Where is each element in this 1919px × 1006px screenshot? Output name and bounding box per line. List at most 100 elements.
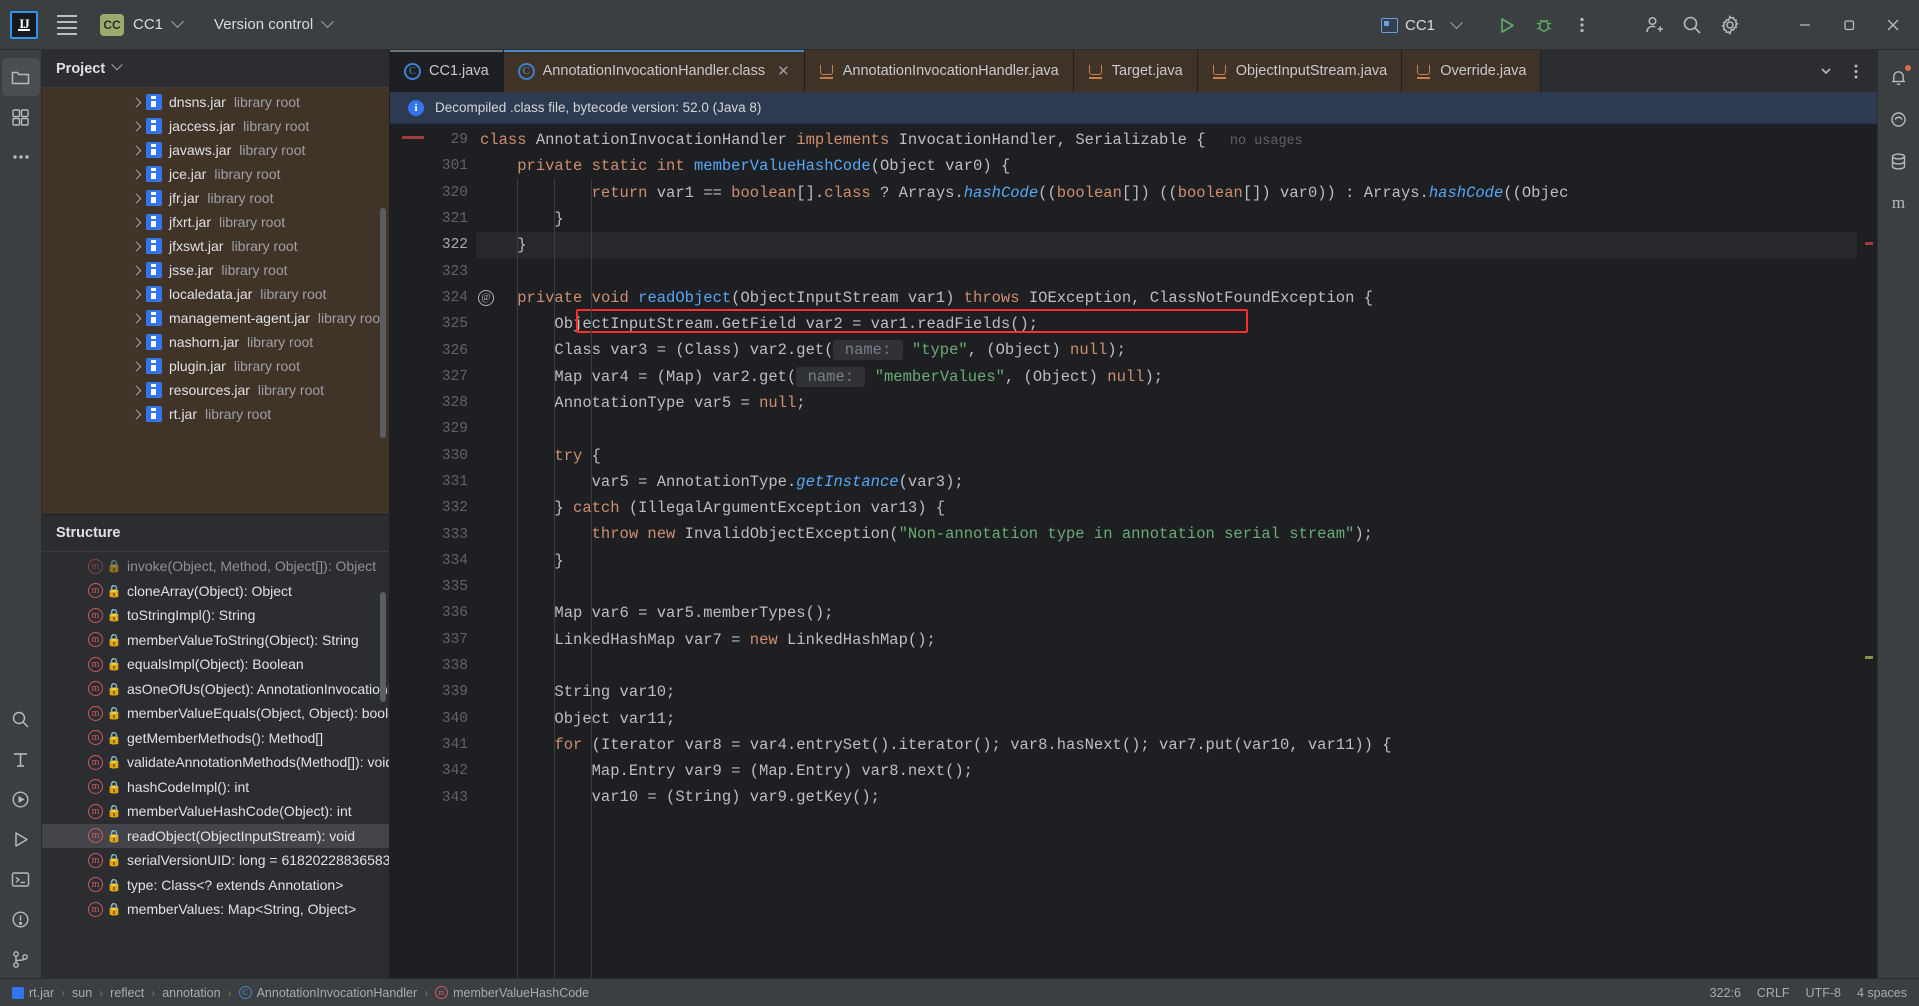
project-tree-item[interactable]: jfr.jar library root [42, 186, 389, 210]
chevron-down-icon[interactable] [321, 15, 335, 29]
error-stripe-gutter[interactable] [1857, 124, 1877, 978]
code-line[interactable]: throw new InvalidObjectException("Non-an… [476, 521, 1857, 547]
structure-tree-item[interactable]: m 🔒 memberValueHashCode(Object): int [42, 799, 389, 824]
expand-arrow-icon[interactable] [126, 337, 146, 347]
expand-arrow-icon[interactable] [126, 265, 146, 275]
code-line[interactable]: for (Iterator var8 = var4.entrySet().ite… [476, 732, 1857, 758]
breadcrumb-item[interactable]: rt.jar [12, 986, 54, 1000]
code-line[interactable] [476, 416, 1857, 442]
project-name-label[interactable]: CC1 [133, 16, 163, 33]
line-number[interactable]: 341 [390, 732, 476, 758]
expand-arrow-icon[interactable] [126, 193, 146, 203]
chevron-down-icon[interactable] [171, 15, 184, 29]
project-tree-item[interactable]: rt.jar library root [42, 402, 389, 426]
sidebar-item-problems[interactable] [2, 900, 40, 938]
line-number[interactable]: 337 [390, 627, 476, 653]
indent-setting[interactable]: 4 spaces [1857, 986, 1907, 1000]
project-tree-item[interactable]: jce.jar library root [42, 162, 389, 186]
line-number[interactable]: 322 [390, 232, 476, 258]
line-number[interactable]: 29 [390, 127, 476, 153]
gear-icon[interactable] [1711, 6, 1749, 44]
sidebar-item-find[interactable] [2, 700, 40, 738]
close-icon[interactable]: ✕ [777, 62, 790, 80]
expand-arrow-icon[interactable] [126, 145, 146, 155]
chevron-down-icon[interactable] [111, 58, 123, 70]
code-content[interactable]: class AnnotationInvocationHandler implem… [476, 124, 1857, 978]
sidebar-item-structure[interactable] [2, 98, 40, 136]
breadcrumb-item[interactable]: reflect [110, 986, 144, 1000]
run-configuration-selector[interactable]: CC1 [1375, 14, 1477, 37]
code-line[interactable]: var5 = AnnotationType.getInstance(var3); [476, 469, 1857, 495]
caret-position[interactable]: 322:6 [1710, 986, 1741, 1000]
structure-tree-item[interactable]: m 🔒 readObject(ObjectInputStream): void [42, 823, 389, 848]
line-number[interactable]: 333 [390, 521, 476, 547]
line-number[interactable]: 324 @ [390, 285, 494, 311]
code-line[interactable]: } [476, 206, 1857, 232]
ai-icon[interactable] [1880, 100, 1918, 138]
line-number[interactable]: 323 [390, 258, 476, 284]
expand-arrow-icon[interactable] [126, 313, 146, 323]
project-tree-item[interactable]: jfxrt.jar library root [42, 210, 389, 234]
minimize-icon[interactable] [1783, 3, 1827, 47]
project-tree-item[interactable]: javaws.jar library root [42, 138, 389, 162]
structure-tree-item[interactable]: m 🔒 memberValueEquals(Object, Object): boo… [42, 701, 389, 726]
project-tree-item[interactable]: jsse.jar library root [42, 258, 389, 282]
structure-tree-item[interactable]: m 🔒 toStringImpl(): String [42, 603, 389, 628]
editor-tab[interactable]: C CC1.java [390, 50, 504, 92]
editor-tab[interactable]: C AnnotationInvocationHandler.class ✕ [503, 50, 805, 92]
structure-tree-item[interactable]: m 🔒 memberValues: Map<String, Object> [42, 897, 389, 922]
line-number[interactable]: 330 [390, 443, 476, 469]
project-tree-item[interactable]: management-agent.jar library root [42, 306, 389, 330]
project-tree-item[interactable]: plugin.jar library root [42, 354, 389, 378]
structure-tree-item[interactable]: m 🔒 asOneOfUs(Object): AnnotationInvocatio… [42, 677, 389, 702]
project-tree-item[interactable]: jaccess.jar library root [42, 114, 389, 138]
line-number[interactable]: 340 [390, 706, 476, 732]
line-number[interactable]: 335 [390, 574, 476, 600]
run-icon[interactable] [1487, 6, 1525, 44]
expand-arrow-icon[interactable] [126, 97, 146, 107]
structure-tree-item[interactable]: m 🔒 cloneArray(Object): Object [42, 579, 389, 604]
line-number[interactable]: 320 [390, 180, 476, 206]
expand-arrow-icon[interactable] [126, 289, 146, 299]
code-line[interactable]: private void readObject(ObjectInputStrea… [476, 285, 1857, 311]
version-control-label[interactable]: Version control [214, 16, 313, 33]
line-number[interactable]: 325 [390, 311, 476, 337]
code-line[interactable] [476, 574, 1857, 600]
sidebar-item-more[interactable] [2, 138, 40, 176]
line-number[interactable]: 301 [390, 153, 476, 179]
chevron-down-icon[interactable] [1811, 56, 1841, 86]
code-line[interactable]: Map var4 = (Map) var2.get( name: "member… [476, 364, 1857, 390]
sidebar-item-project[interactable] [1, 58, 40, 96]
m-icon[interactable]: m [1880, 184, 1918, 222]
project-tree-item[interactable]: nashorn.jar library root [42, 330, 389, 354]
code-viewport[interactable]: 29 301 320 321 322 323 324 @325 326 327 328 329 330 3… [390, 124, 1877, 978]
code-line[interactable] [476, 653, 1857, 679]
line-number[interactable]: 342 [390, 758, 476, 784]
bell-icon[interactable] [1880, 58, 1918, 96]
code-line[interactable]: try { [476, 443, 1857, 469]
code-line[interactable]: ObjectInputStream.GetField var2 = var1.r… [476, 311, 1857, 337]
line-number[interactable]: 329 [390, 416, 476, 442]
code-line[interactable]: Class var3 = (Class) var2.get( name: "ty… [476, 337, 1857, 363]
close-icon[interactable] [1871, 3, 1915, 47]
line-number[interactable]: 334 [390, 548, 476, 574]
sidebar-item-version-control[interactable] [2, 940, 40, 978]
structure-tree-item[interactable]: m 🔒 equalsImpl(Object): Boolean [42, 652, 389, 677]
project-tree-item[interactable]: dnsns.jar library root [42, 90, 389, 114]
structure-tree-item[interactable]: m 🔒 getMemberMethods(): Method[] [42, 726, 389, 751]
code-line[interactable]: } [476, 548, 1857, 574]
code-line[interactable] [476, 258, 1857, 284]
code-line[interactable]: } catch (IllegalArgumentException var13)… [476, 495, 1857, 521]
code-line[interactable]: } [476, 232, 1857, 259]
line-number-gutter[interactable]: 29 301 320 321 322 323 324 @325 326 327 328 329 330 3… [390, 124, 494, 978]
maximize-icon[interactable] [1827, 3, 1871, 47]
breadcrumb-item[interactable]: sun [72, 986, 92, 1000]
line-number[interactable]: 336 [390, 600, 476, 626]
database-icon[interactable] [1880, 142, 1918, 180]
file-encoding[interactable]: UTF-8 [1806, 986, 1841, 1000]
sidebar-item-hierarchy[interactable] [2, 740, 40, 778]
main-menu-icon[interactable] [52, 10, 82, 40]
editor-tab[interactable]: AnnotationInvocationHandler.java [804, 50, 1074, 92]
line-number[interactable]: 327 [390, 364, 476, 390]
structure-panel-header[interactable]: Structure [42, 514, 389, 552]
